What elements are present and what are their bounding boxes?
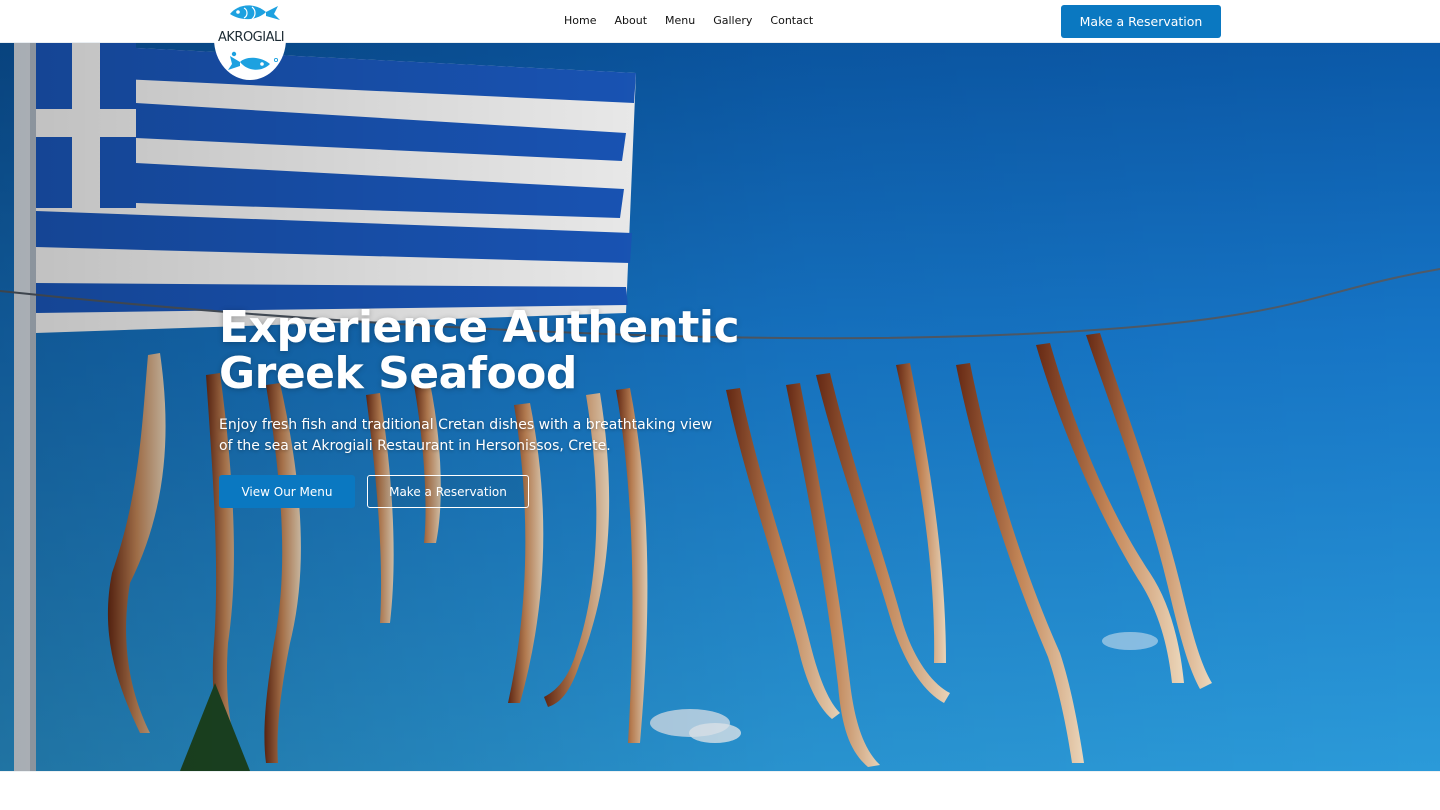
hero-title-line-2: Greek Seafood (219, 348, 577, 399)
hero-reservation-button[interactable]: Make a Reservation (367, 475, 529, 508)
hero-title-line-1: Experience Authentic (219, 302, 740, 353)
hero-background-image (0, 43, 1440, 771)
hero-title: Experience Authentic Greek Seafood (219, 305, 779, 397)
hero-section: Experience Authentic Greek Seafood Enjoy… (0, 43, 1440, 771)
brand-logo[interactable]: AKROGIALI (214, 0, 286, 80)
nav-home[interactable]: Home (564, 14, 596, 28)
nav-about[interactable]: About (614, 14, 647, 28)
site-header: AKROGIALI Home About Menu Gallery Contac… (0, 0, 1440, 80)
next-section-edge (0, 771, 1440, 810)
nav-contact[interactable]: Contact (770, 14, 813, 28)
brand-name: AKROGIALI (218, 30, 285, 45)
hero-subtitle: Enjoy fresh fish and traditional Cretan … (219, 417, 713, 454)
nav-menu[interactable]: Menu (665, 14, 695, 28)
header-reservation-button[interactable]: Make a Reservation (1061, 5, 1221, 38)
view-menu-button[interactable]: View Our Menu (219, 475, 355, 508)
nav-gallery[interactable]: Gallery (713, 14, 752, 28)
main-nav: Home About Menu Gallery Contact (564, 14, 831, 28)
